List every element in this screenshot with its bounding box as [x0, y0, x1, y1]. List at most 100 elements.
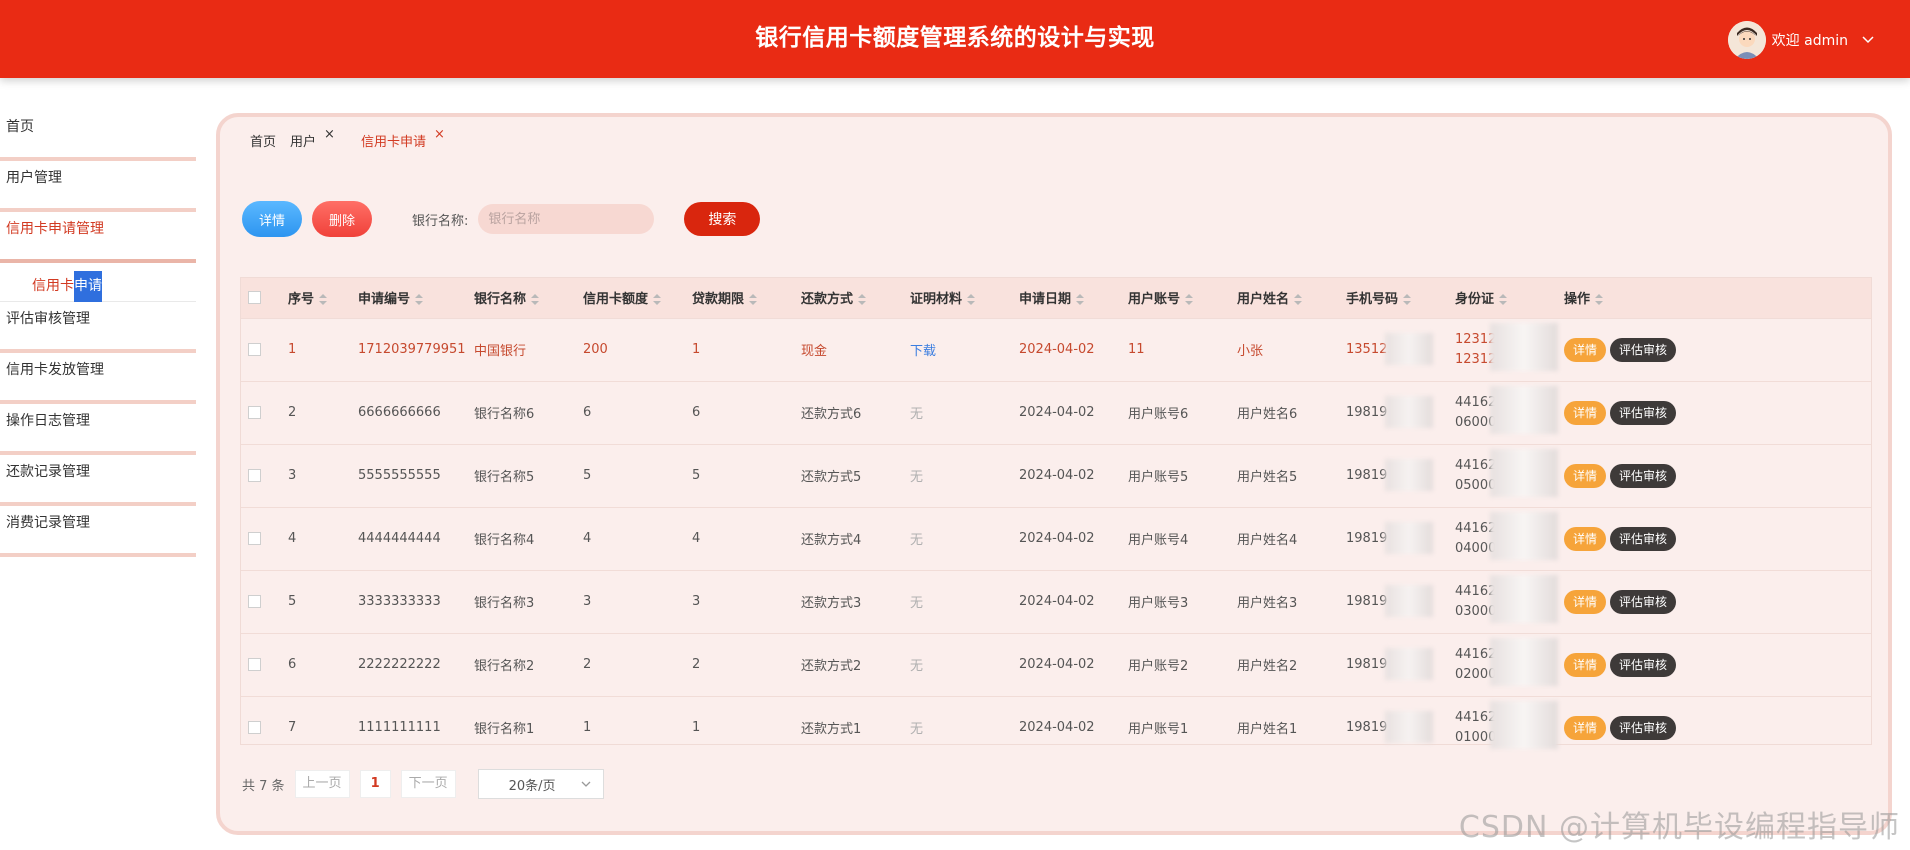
sidebar-item-home[interactable]: 首页 — [0, 110, 196, 161]
cell-app_id: 4444444444 — [357, 506, 473, 570]
tab-home[interactable]: 首页 — [250, 131, 276, 150]
cell-actions: 详情 评估审核 — [1563, 317, 1871, 381]
row-checkbox[interactable] — [248, 469, 261, 482]
sidebar-subitem-card-application[interactable]: 信用卡申请 — [0, 263, 196, 302]
cell-name: 用户姓名6 — [1236, 380, 1345, 444]
close-icon[interactable]: × — [434, 127, 445, 142]
table-row[interactable]: 1 1712039779951 中国银行 200 1 现金 下载 2024-04-02 11 小张… — [241, 317, 1871, 381]
table-row[interactable]: 7 1111111111 银行名称1 1 1 还款方式1 无 2024-04-02 用户账号1 用… — [241, 695, 1871, 759]
col-header[interactable]: 申请编号 — [357, 278, 473, 318]
sort-icon[interactable] — [1403, 294, 1412, 306]
row-checkbox[interactable] — [248, 595, 261, 608]
col-header[interactable]: 操作 — [1563, 278, 1871, 318]
page-size-value: 20条/页 — [508, 778, 556, 794]
cell-date: 2024-04-02 — [1018, 443, 1127, 507]
cell-actions: 详情 评估审核 — [1563, 569, 1871, 633]
col-header[interactable]: 贷款期限 — [691, 278, 800, 318]
col-header[interactable]: 还款方式 — [800, 278, 909, 318]
page-number-button[interactable]: 1 — [359, 770, 391, 798]
row-checkbox[interactable] — [248, 532, 261, 545]
cell-account: 用户账号2 — [1127, 632, 1236, 696]
row-detail-button[interactable]: 详情 — [1564, 652, 1607, 677]
sort-icon[interactable] — [653, 294, 662, 306]
prev-page-button[interactable]: 上一页 — [294, 770, 350, 798]
col-header[interactable]: 用户账号 — [1127, 278, 1236, 318]
cell-id-card: 12312 12312 — [1454, 317, 1563, 381]
row-detail-button[interactable]: 详情 — [1564, 337, 1607, 362]
row-detail-button[interactable]: 详情 — [1564, 400, 1607, 425]
col-header[interactable]: 信用卡额度 — [582, 278, 691, 318]
row-checkbox[interactable] — [248, 343, 261, 356]
tab-card-application[interactable]: 信用卡申请 × — [361, 127, 445, 150]
proof-none: 无 — [910, 407, 924, 422]
row-evaluate-button[interactable]: 评估审核 — [1610, 463, 1677, 488]
sort-icon[interactable] — [1499, 294, 1508, 306]
row-evaluate-button[interactable]: 评估审核 — [1610, 400, 1677, 425]
next-page-button[interactable]: 下一页 — [400, 770, 456, 798]
sort-icon[interactable] — [1294, 294, 1303, 306]
row-evaluate-button[interactable]: 评估审核 — [1610, 589, 1677, 614]
col-header[interactable]: 申请日期 — [1018, 278, 1127, 318]
welcome-text: 欢迎 admin — [1771, 33, 1848, 49]
select-all-checkbox[interactable] — [248, 291, 261, 305]
sidebar-item-user-management[interactable]: 用户管理 — [0, 161, 196, 212]
sidebar-item-operation-log-management[interactable]: 操作日志管理 — [0, 404, 196, 455]
sort-icon[interactable] — [1595, 294, 1604, 306]
col-header[interactable]: 用户姓名 — [1236, 278, 1345, 318]
table-row[interactable]: 5 3333333333 银行名称3 3 3 还款方式3 无 2024-04-02 用户账号3 用… — [241, 569, 1871, 633]
col-header[interactable]: 手机号码 — [1345, 278, 1454, 318]
page-size-select[interactable]: 20条/页 — [477, 769, 604, 799]
col-header[interactable]: 银行名称 — [473, 278, 582, 318]
user-menu[interactable]: 欢迎 admin — [1727, 20, 1874, 60]
cell-repay: 现金 — [800, 317, 909, 381]
cell-account: 11 — [1127, 317, 1236, 381]
detail-button[interactable]: 详情 — [242, 201, 302, 237]
row-evaluate-button[interactable]: 评估审核 — [1610, 652, 1677, 677]
row-evaluate-button[interactable]: 评估审核 — [1610, 526, 1677, 551]
table-row[interactable]: 2 6666666666 银行名称6 6 6 还款方式6 无 2024-04-02 用户账号6 用… — [241, 380, 1871, 444]
sidebar-item-consumption-management[interactable]: 消费记录管理 — [0, 506, 196, 557]
sort-icon[interactable] — [1185, 294, 1194, 306]
row-evaluate-button[interactable]: 评估审核 — [1610, 715, 1677, 740]
row-checkbox[interactable] — [248, 406, 261, 419]
col-header[interactable]: 序号 — [287, 278, 357, 318]
cell-bank: 银行名称5 — [473, 443, 582, 507]
delete-button[interactable]: 删除 — [312, 201, 372, 237]
sort-icon[interactable] — [319, 294, 328, 306]
col-header[interactable]: 证明材料 — [909, 278, 1018, 318]
sort-icon[interactable] — [415, 294, 424, 306]
proof-download-link[interactable]: 下载 — [910, 344, 936, 359]
cell-limit: 6 — [582, 380, 691, 444]
sidebar-subitem-text-a: 信用卡 — [32, 278, 74, 294]
sort-icon[interactable] — [531, 294, 540, 306]
col-header[interactable]: 身份证 — [1454, 278, 1563, 318]
table-row[interactable]: 3 5555555555 银行名称5 5 5 还款方式5 无 2024-04-02 用户账号5 用… — [241, 443, 1871, 507]
col-header-label: 操作 — [1564, 292, 1591, 308]
table-row[interactable]: 4 4444444444 银行名称4 4 4 还款方式4 无 2024-04-02 用户账号4 用… — [241, 506, 1871, 570]
sidebar-item-evaluation-management[interactable]: 评估审核管理 — [0, 302, 196, 353]
row-evaluate-button[interactable]: 评估审核 — [1610, 337, 1677, 362]
tab-user[interactable]: 用户 × — [290, 127, 335, 150]
sidebar-item-card-application-management[interactable]: 信用卡申请管理 — [0, 212, 196, 263]
sort-icon[interactable] — [858, 294, 867, 306]
row-detail-button[interactable]: 详情 — [1564, 463, 1607, 488]
row-detail-button[interactable]: 详情 — [1564, 715, 1607, 740]
sort-icon[interactable] — [1076, 294, 1085, 306]
sort-icon[interactable] — [749, 294, 758, 306]
redaction-blur — [1385, 521, 1433, 554]
row-detail-button[interactable]: 详情 — [1564, 526, 1607, 551]
sidebar-item-repayment-management[interactable]: 还款记录管理 — [0, 455, 196, 506]
row-checkbox[interactable] — [248, 721, 261, 734]
row-checkbox[interactable] — [248, 658, 261, 671]
bank-name-search-input[interactable] — [478, 204, 655, 234]
cell-term: 2 — [691, 632, 800, 696]
cell-date: 2024-04-02 — [1018, 632, 1127, 696]
cell-term: 5 — [691, 443, 800, 507]
chevron-down-icon[interactable] — [1862, 36, 1874, 44]
search-button[interactable]: 搜索 — [684, 202, 761, 236]
sidebar-item-card-issuance-management[interactable]: 信用卡发放管理 — [0, 353, 196, 404]
close-icon[interactable]: × — [324, 127, 335, 142]
row-detail-button[interactable]: 详情 — [1564, 589, 1607, 614]
sort-icon[interactable] — [967, 294, 976, 306]
table-row[interactable]: 6 2222222222 银行名称2 2 2 还款方式2 无 2024-04-02 用户账号2 用… — [241, 632, 1871, 696]
